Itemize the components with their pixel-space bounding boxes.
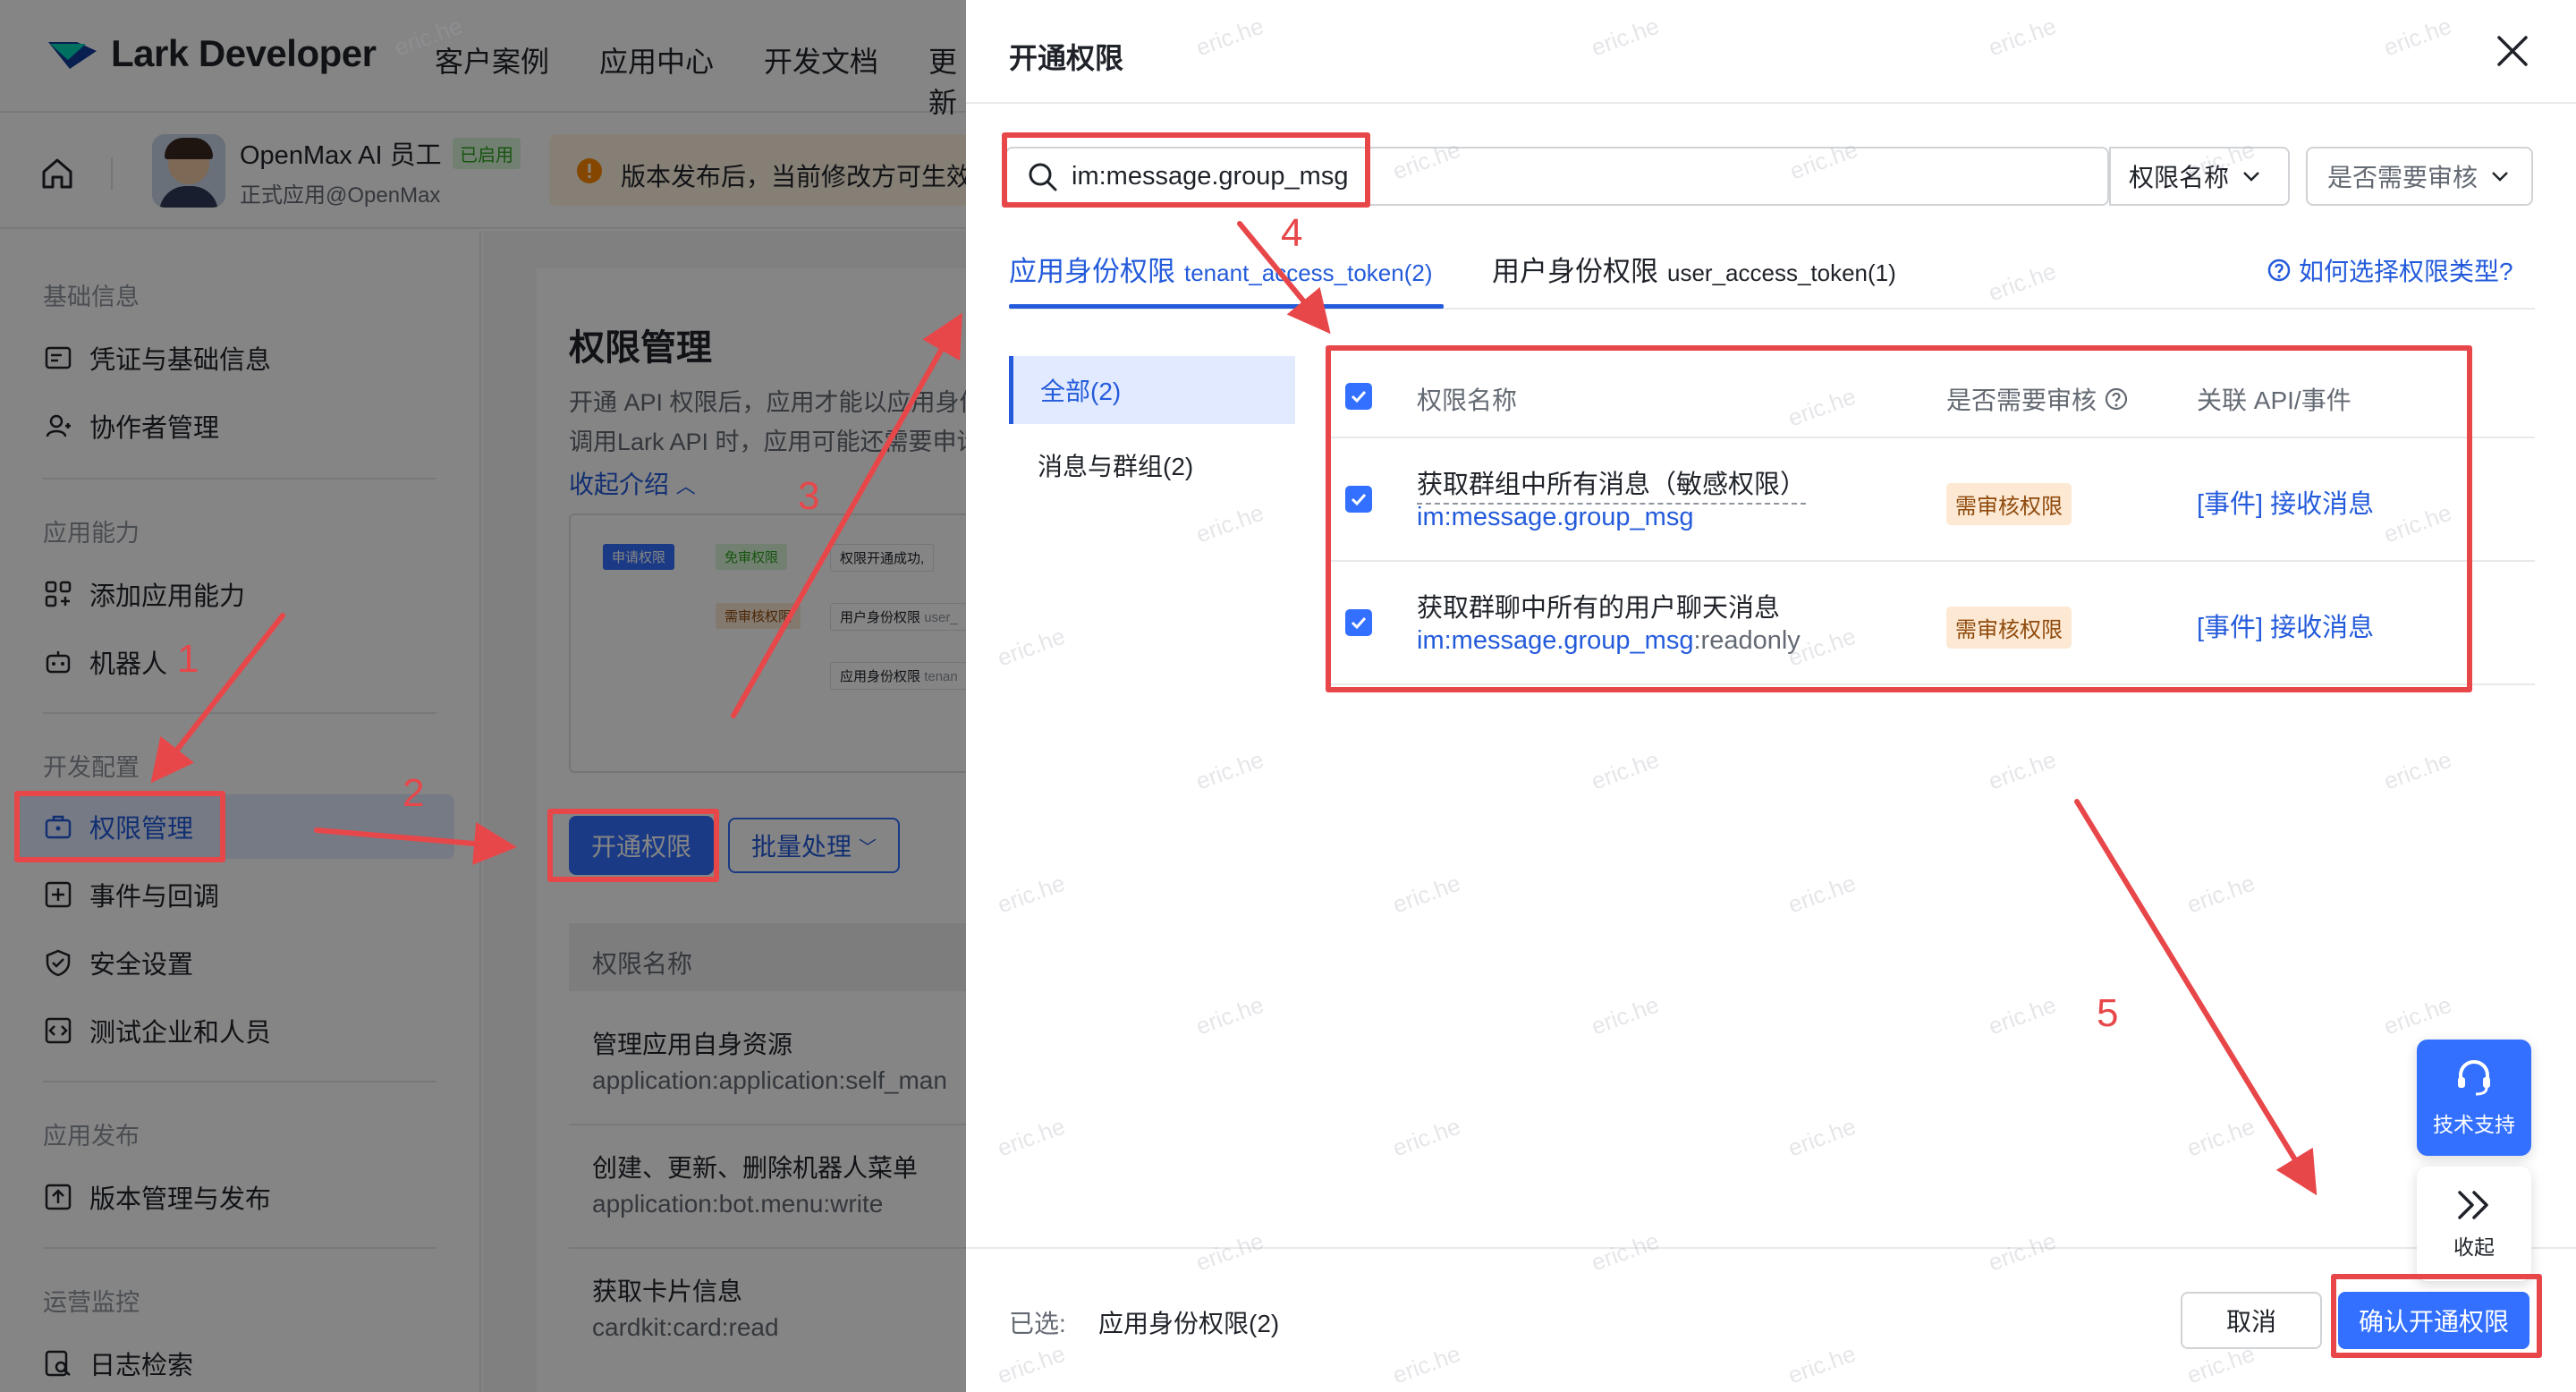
annotation-number: 2 [402, 771, 425, 815]
drawer-header-divider [966, 102, 2576, 104]
column-header-review: 是否需要审核 [1946, 381, 2129, 417]
help-circle-icon[interactable] [2104, 386, 2129, 412]
permission-code: im:message.group_msg [1417, 503, 1694, 531]
review-required-tag: 需审核权限 [1946, 483, 2072, 525]
collapse-label: 收起 [2453, 1235, 2495, 1259]
related-event-link[interactable]: [事件] 接收消息 [2197, 607, 2374, 644]
double-chevron-right-icon [2458, 1191, 2488, 1219]
tab-token: tenant_access_token(2) [1184, 259, 1433, 286]
permission-type-help-link[interactable]: 如何选择权限类型? [2267, 252, 2513, 288]
annotation-number: 3 [798, 474, 820, 518]
chevron-down-icon [2492, 172, 2508, 182]
filter-label: 权限名称 [2129, 164, 2230, 191]
category-messages-groups[interactable]: 消息与群组(2) [1009, 431, 1295, 499]
filter-review-select[interactable]: 是否需要审核 [2306, 147, 2533, 206]
tab-label: 应用身份权限 [1009, 256, 1175, 287]
column-header-permission-name: 权限名称 [1417, 386, 1518, 414]
related-event-link[interactable]: [事件] 接收消息 [2197, 483, 2374, 521]
category-all[interactable]: 全部(2) [1009, 356, 1295, 424]
modal-backdrop[interactable] [0, 0, 966, 1392]
row-checkbox[interactable] [1345, 486, 1372, 513]
tab-label: 用户身份权限 [1492, 256, 1658, 287]
collapse-float-button[interactable]: 收起 [2417, 1167, 2531, 1281]
filter-label: 是否需要审核 [2327, 164, 2479, 191]
help-circle-icon [2267, 259, 2291, 282]
select-divider [2109, 149, 2111, 204]
check-icon [1351, 390, 1367, 403]
tab-user-permissions[interactable]: 用户身份权限 user_access_token(1) [1492, 249, 1896, 289]
tech-support-button[interactable]: 技术支持 [2417, 1040, 2531, 1156]
check-icon [1351, 493, 1367, 506]
table-header-divider [1329, 437, 2535, 438]
search-input[interactable] [1072, 150, 2082, 202]
chevron-down-icon [2243, 172, 2259, 182]
cancel-button[interactable]: 取消 [2181, 1292, 2322, 1349]
tab-token: user_access_token(1) [1667, 259, 1896, 286]
annotation-number: 5 [2097, 991, 2119, 1035]
selected-value: 应用身份权限(2) [1098, 1310, 1280, 1337]
selected-label: 已选: [1009, 1310, 1066, 1337]
drawer-footer-divider [966, 1247, 2576, 1249]
tech-support-label: 技术支持 [2433, 1113, 2515, 1136]
row-checkbox[interactable] [1345, 609, 1372, 636]
confirm-open-permission-button[interactable]: 确认开通权限 [2338, 1292, 2529, 1349]
search-icon [1029, 163, 1057, 191]
column-header-related-api: 关联 API/事件 [2197, 386, 2351, 414]
check-icon [1351, 616, 1367, 630]
filter-permission-name-select[interactable]: 权限名称 [2109, 147, 2290, 206]
row-divider [1329, 683, 2535, 685]
help-link-label: 如何选择权限类型? [2299, 258, 2513, 285]
permission-name[interactable]: 获取群聊中所有的用户聊天消息 [1417, 587, 1780, 624]
headset-icon [2458, 1059, 2490, 1096]
review-required-tag: 需审核权限 [1946, 607, 2072, 649]
drawer-title: 开通权限 [1009, 42, 1124, 74]
open-permission-drawer [966, 0, 2576, 1392]
row-divider [1329, 560, 2535, 562]
close-icon[interactable] [2492, 30, 2533, 72]
active-tab-indicator [1009, 304, 1444, 309]
permission-code: im:message.group_msg:readonly [1417, 626, 1801, 655]
annotation-number: 1 [177, 637, 199, 681]
tab-tenant-permissions[interactable]: 应用身份权限 tenant_access_token(2) [1009, 249, 1433, 289]
select-all-checkbox[interactable] [1345, 383, 1372, 410]
permission-name[interactable]: 获取群组中所有消息（敏感权限） [1417, 463, 1807, 505]
annotation-number: 4 [1281, 211, 1303, 255]
